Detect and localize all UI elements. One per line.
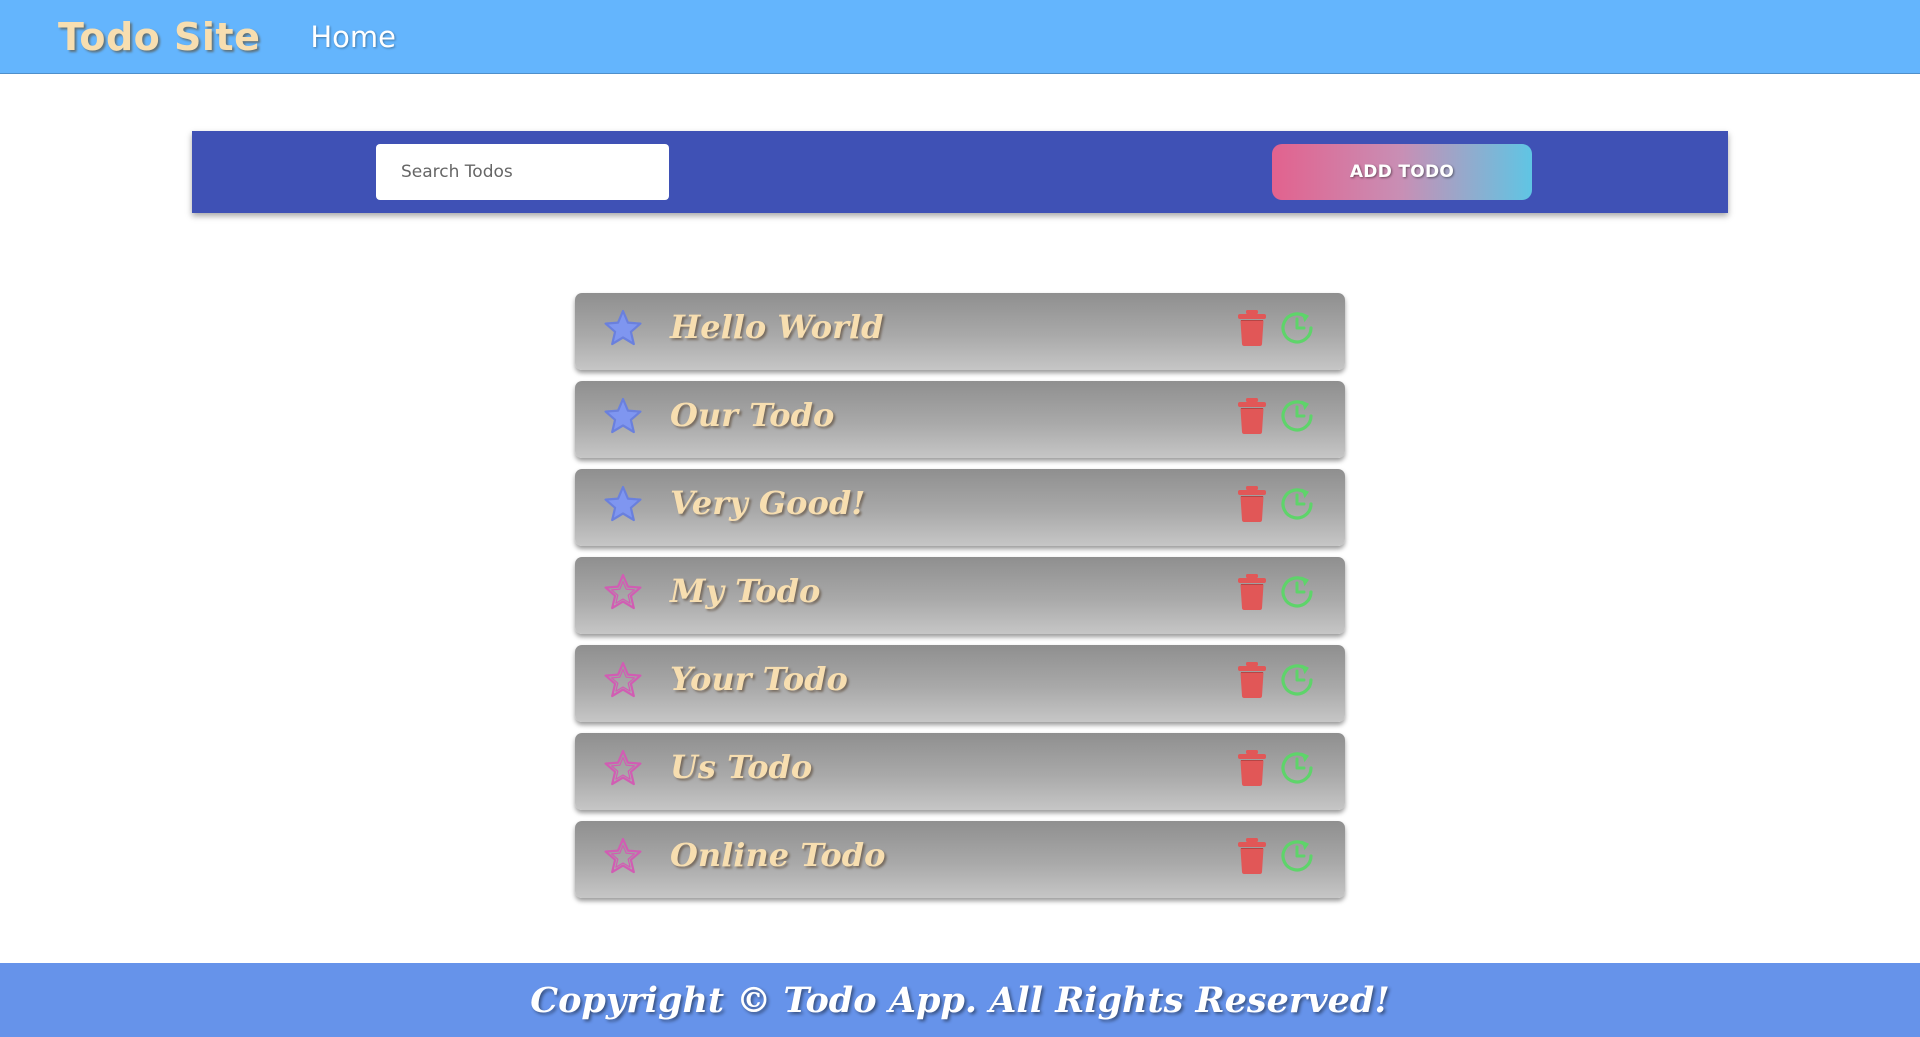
- todo-title: Online Todo: [670, 836, 886, 874]
- star-outline-icon[interactable]: [603, 660, 643, 700]
- todo-item: Hello World: [575, 293, 1345, 370]
- trash-icon[interactable]: [1237, 397, 1267, 435]
- todo-item: Our Todo: [575, 381, 1345, 458]
- todo-title: Very Good!: [670, 484, 866, 522]
- star-outline-icon[interactable]: [603, 572, 643, 612]
- nav-link-home[interactable]: Home: [310, 20, 396, 54]
- brand-title[interactable]: Todo Site: [58, 15, 260, 59]
- trash-icon[interactable]: [1237, 661, 1267, 699]
- todo-item: Us Todo: [575, 733, 1345, 810]
- todo-list: Hello World Our Todo Very Good! My Todo Your…: [575, 293, 1345, 909]
- star-filled-icon[interactable]: [603, 308, 643, 348]
- trash-icon[interactable]: [1237, 485, 1267, 523]
- restore-clock-icon[interactable]: [1278, 309, 1316, 347]
- restore-clock-icon[interactable]: [1278, 573, 1316, 611]
- restore-clock-icon[interactable]: [1278, 485, 1316, 523]
- restore-clock-icon[interactable]: [1278, 837, 1316, 875]
- restore-clock-icon[interactable]: [1278, 749, 1316, 787]
- copyright-text: Copyright © Todo App. All Rights Reserve…: [530, 979, 1390, 1021]
- trash-icon[interactable]: [1237, 573, 1267, 611]
- star-filled-icon[interactable]: [603, 484, 643, 524]
- add-todo-button[interactable]: ADD TODO: [1272, 144, 1532, 200]
- todo-title: Hello World: [670, 308, 884, 346]
- todo-item: Your Todo: [575, 645, 1345, 722]
- trash-icon[interactable]: [1237, 309, 1267, 347]
- restore-clock-icon[interactable]: [1278, 661, 1316, 699]
- todo-title: Your Todo: [670, 660, 848, 698]
- trash-icon[interactable]: [1237, 837, 1267, 875]
- todo-title: Us Todo: [670, 748, 813, 786]
- footer: Copyright © Todo App. All Rights Reserve…: [0, 963, 1920, 1037]
- restore-clock-icon[interactable]: [1278, 397, 1316, 435]
- todo-item: Online Todo: [575, 821, 1345, 898]
- star-outline-icon[interactable]: [603, 748, 643, 788]
- todo-item: Very Good!: [575, 469, 1345, 546]
- todo-title: My Todo: [670, 572, 821, 610]
- todo-item: My Todo: [575, 557, 1345, 634]
- todo-toolbar: ADD TODO: [192, 131, 1728, 213]
- todo-title: Our Todo: [670, 396, 835, 434]
- search-input[interactable]: [376, 144, 669, 200]
- trash-icon[interactable]: [1237, 749, 1267, 787]
- star-outline-icon[interactable]: [603, 836, 643, 876]
- star-filled-icon[interactable]: [603, 396, 643, 436]
- navbar: Todo Site Home: [0, 0, 1920, 74]
